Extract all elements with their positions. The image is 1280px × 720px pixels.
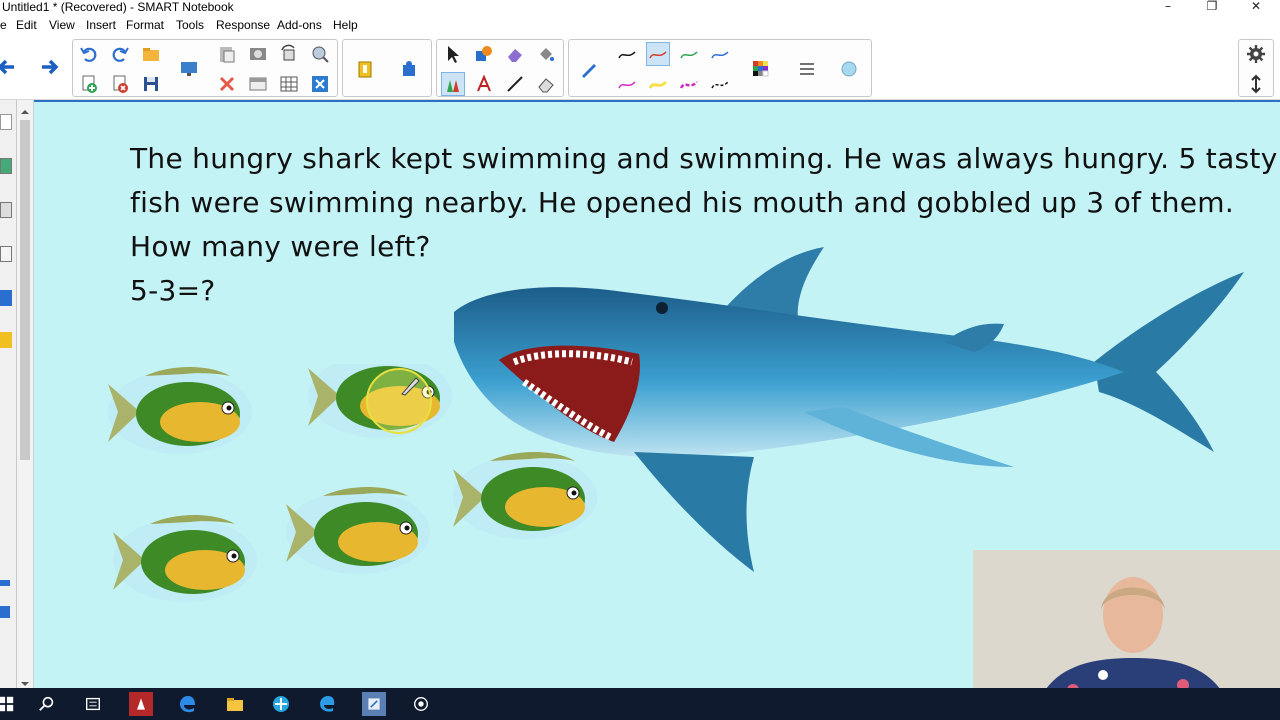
pen-style-blue[interactable]: [708, 42, 732, 66]
properties-tab[interactable]: [0, 246, 12, 262]
menu-insert[interactable]: Insert: [86, 18, 116, 32]
menu-help[interactable]: Help: [333, 18, 358, 32]
close-box-icon[interactable]: [308, 72, 332, 96]
back-arrow-icon[interactable]: [0, 55, 18, 79]
file-explorer-icon[interactable]: [223, 692, 247, 716]
pen-style-dashed-magenta[interactable]: [677, 72, 701, 96]
app-grid-icon[interactable]: [269, 692, 293, 716]
menu-bar: e Edit View Insert Format Tools Response…: [0, 16, 1280, 35]
magnifier-icon[interactable]: [308, 42, 332, 66]
start-icon[interactable]: [0, 692, 18, 716]
select-icon[interactable]: [441, 42, 465, 66]
forward-arrow-icon[interactable]: [38, 55, 62, 79]
side-tab-indicator: [0, 580, 10, 586]
screenshot-icon[interactable]: [246, 42, 270, 66]
puzzle-icon[interactable]: [397, 57, 421, 81]
pen-style-magenta[interactable]: [615, 72, 639, 96]
pen-icon[interactable]: [441, 72, 465, 96]
restore-button[interactable]: ❐: [1192, 0, 1232, 16]
line-icon[interactable]: [503, 72, 527, 96]
menu-format[interactable]: Format: [126, 18, 164, 32]
smart-notebook-taskbar-icon[interactable]: [129, 692, 153, 716]
toolbar-group-tools: [436, 39, 564, 97]
undo-icon[interactable]: [77, 42, 101, 66]
fish-group: [107, 364, 598, 603]
window-title: Untitled1 * (Recovered) - SMART Notebook: [2, 0, 234, 14]
notebook-active-icon[interactable]: [362, 692, 386, 716]
open-icon[interactable]: [139, 42, 163, 66]
toolbar-group-properties: [568, 39, 872, 97]
menu-file[interactable]: e: [0, 18, 7, 32]
pen-style-black[interactable]: [615, 42, 639, 66]
cortana-icon[interactable]: [409, 692, 433, 716]
title-bar: Untitled1 * (Recovered) - SMART Notebook…: [0, 0, 1280, 16]
lesson-activity-tab[interactable]: [0, 332, 12, 348]
move-toolbar-icon[interactable]: [1244, 72, 1268, 96]
scroll-down-icon[interactable]: [20, 674, 30, 686]
eraser-fill-icon[interactable]: [503, 42, 527, 66]
cursor-highlight: [366, 368, 432, 434]
toolbar-group-settings: [1238, 39, 1274, 97]
paste-icon[interactable]: [215, 42, 239, 66]
menu-edit[interactable]: Edit: [16, 18, 37, 32]
taskbar: [0, 688, 1280, 720]
menu-tools[interactable]: Tools: [176, 18, 204, 32]
transparency-icon[interactable]: [837, 57, 861, 81]
line-style-icon[interactable]: [795, 57, 819, 81]
toolbar: [0, 36, 1280, 100]
task-view-icon[interactable]: [81, 692, 105, 716]
gallery-tab[interactable]: [0, 158, 12, 174]
internet-explorer-icon[interactable]: [316, 692, 340, 716]
pen-cursor-icon: [401, 377, 420, 396]
delete-icon[interactable]: [215, 72, 239, 96]
table-icon[interactable]: [277, 72, 301, 96]
color-palette-icon[interactable]: [749, 57, 773, 81]
side-tab-indicator-2: [0, 606, 10, 618]
magic-pen-icon[interactable]: [577, 57, 601, 81]
fish-3[interactable]: [112, 514, 258, 603]
pen-style-green[interactable]: [677, 42, 701, 66]
menu-view[interactable]: View: [49, 18, 75, 32]
screen-shade-icon[interactable]: [246, 72, 270, 96]
attachments-tab[interactable]: [0, 202, 12, 218]
shapes-icon[interactable]: [472, 42, 496, 66]
menu-addons[interactable]: Add-ons: [277, 18, 322, 32]
pen-style-yellow[interactable]: [646, 72, 670, 96]
clip-icon[interactable]: [353, 57, 377, 81]
fish-5[interactable]: [452, 451, 598, 540]
gear-icon[interactable]: [1244, 42, 1268, 66]
edge-icon[interactable]: [176, 692, 200, 716]
page-sorter-tab[interactable]: [0, 114, 12, 130]
fish-1[interactable]: [107, 366, 253, 455]
fill-icon[interactable]: [534, 42, 558, 66]
scroll-up-icon[interactable]: [20, 102, 30, 114]
redo-icon[interactable]: [108, 42, 132, 66]
save-icon[interactable]: [139, 72, 163, 96]
story-line-1: The hungry shark kept swimming and swimm…: [130, 142, 1278, 175]
side-tab-bar: [0, 100, 17, 688]
rotate-icon[interactable]: [277, 42, 301, 66]
vertical-scrollbar[interactable]: [17, 100, 34, 688]
eraser-icon[interactable]: [534, 72, 558, 96]
scroll-thumb[interactable]: [20, 120, 30, 460]
toolbar-group-page: [72, 39, 338, 97]
story-line-2: fish were swimming nearby. He opened his…: [130, 186, 1235, 219]
menu-response[interactable]: Response: [216, 18, 270, 32]
toolbar-group-addons: [342, 39, 432, 97]
fish-4[interactable]: [285, 486, 431, 575]
minimize-button[interactable]: –: [1148, 0, 1188, 16]
search-icon[interactable]: [35, 692, 59, 716]
screen-icon[interactable]: [177, 57, 201, 81]
add-page-icon[interactable]: [77, 72, 101, 96]
pen-style-red[interactable]: [646, 42, 670, 66]
addons-tab[interactable]: [0, 290, 12, 306]
pen-style-dashed-black[interactable]: [708, 72, 732, 96]
delete-page-icon[interactable]: [108, 72, 132, 96]
text-icon[interactable]: [472, 72, 496, 96]
close-button[interactable]: ✕: [1236, 0, 1276, 16]
